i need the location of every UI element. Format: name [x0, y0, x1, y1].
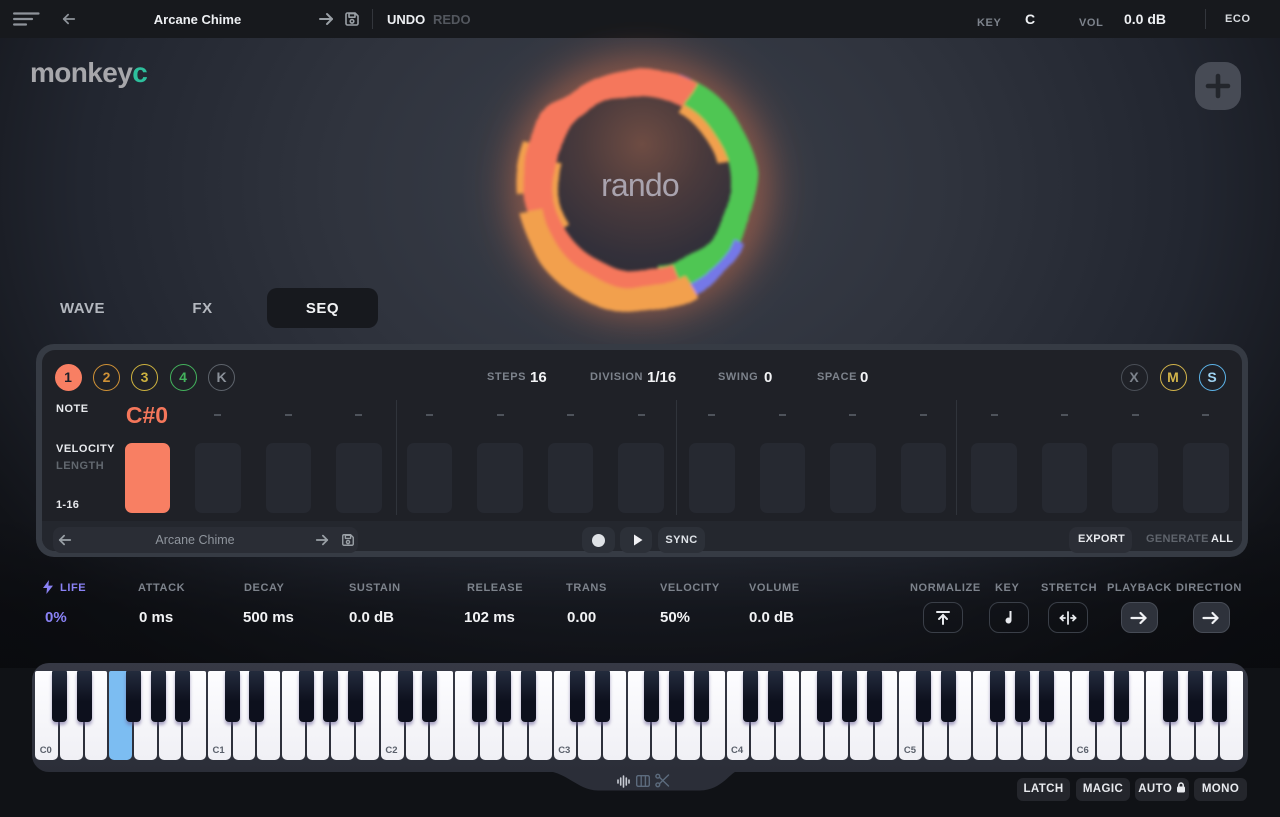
svg-text:rando: rando — [601, 167, 679, 203]
